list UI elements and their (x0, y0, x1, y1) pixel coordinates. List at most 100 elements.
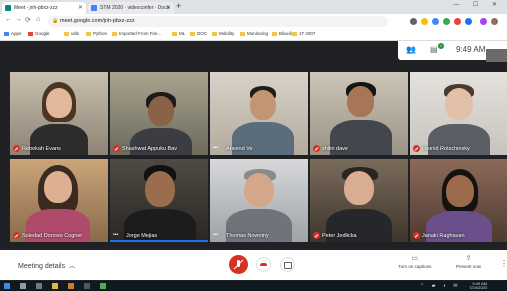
mic-off-icon (13, 145, 20, 152)
bookmarks-bar: Apps Google utils Python Imported From F… (0, 29, 507, 41)
system-tray[interactable]: ⌃ ▰ ◖ ✉ (420, 283, 460, 289)
bookmark-folder[interactable]: DOC (190, 31, 207, 36)
participant-name: Jorge Mejias (126, 233, 158, 239)
participant-tile[interactable]: ••• Aravind Ve (210, 72, 308, 155)
app-icon[interactable] (68, 283, 74, 289)
extension-icon[interactable] (480, 18, 487, 25)
chat-badge: 1 (438, 43, 444, 49)
folder-icon (240, 31, 245, 36)
mic-off-icon (313, 145, 320, 152)
home-icon[interactable]: ⌂ (36, 16, 40, 23)
captions-button[interactable]: ▭ Turn on captions (398, 254, 431, 269)
folder-icon (86, 31, 91, 36)
apps-icon (4, 31, 9, 36)
participant-name: Janaki Raghavan (422, 233, 465, 239)
meet-favicon-icon (5, 5, 11, 11)
captions-icon: ▭ (411, 255, 418, 262)
participant-video (445, 88, 473, 120)
meeting-details-label: Meeting details (18, 263, 66, 270)
tab-docs[interactable]: STM 2020 · videoconfer · Docs ✕ (88, 2, 174, 14)
participant-tile[interactable]: shilin dave (310, 72, 408, 155)
folder-icon (190, 31, 195, 36)
extension-icon[interactable] (454, 18, 461, 25)
back-icon[interactable]: ← (5, 16, 12, 23)
participant-name: Thomas Nowotny (226, 233, 269, 239)
self-view-thumbnail[interactable] (486, 49, 507, 62)
meeting-details-button[interactable]: Meeting details ︿ (18, 261, 75, 270)
task-view-icon[interactable] (36, 283, 42, 289)
participant-name: shilin dave (322, 146, 348, 152)
participant-video (344, 171, 374, 205)
url-text: meet.google.com/jnh-pbxz-zzz (60, 18, 135, 24)
participant-tile[interactable]: Peter Jedlicka (310, 159, 408, 242)
participant-tile[interactable]: Rebekah Evans (10, 72, 108, 155)
participant-tile[interactable]: Leonid Rotschinsky (410, 72, 507, 155)
file-explorer-icon[interactable] (52, 283, 58, 289)
close-icon[interactable]: ✕ (166, 2, 171, 14)
address-bar-row: ← → ⟳ ⌂ 🔒 meet.google.com/jnh-pbxz-zzz (0, 14, 507, 29)
avatar[interactable] (491, 18, 498, 25)
start-icon[interactable] (4, 283, 10, 289)
bookmark-apps[interactable]: Apps (4, 31, 21, 36)
participant-tile[interactable]: ••• Jorge Mejias (110, 159, 208, 242)
people-icon[interactable]: 👥 (406, 45, 416, 54)
chrome-icon[interactable] (100, 283, 106, 289)
leave-call-button[interactable] (256, 257, 271, 272)
app-icon[interactable] (84, 283, 90, 289)
participant-name: Soledad Donoso Cogner (22, 233, 83, 239)
bookmark-folder[interactable]: Mobility (212, 31, 234, 36)
tab-meet[interactable]: Meet - jnh-pbxz-zzz ✕ (2, 2, 86, 14)
mic-off-icon (413, 145, 420, 152)
more-options-icon[interactable]: ⋮ (500, 259, 507, 268)
participant-tile[interactable]: ••• Thomas Nowotny (210, 159, 308, 242)
extension-icon[interactable] (465, 18, 472, 25)
bookmark-folder[interactable]: Monitoring (240, 31, 268, 36)
bookmark-folder[interactable]: Biloxili (272, 31, 292, 36)
bookmark-folder[interactable]: Python (86, 31, 107, 36)
meet-controls-bar: Meeting details ︿ ▭ Turn on captions ⇪ Pr… (0, 250, 507, 280)
browser-tab-strip: Meet - jnh-pbxz-zzz ✕ STM 2020 · videoco… (0, 0, 507, 14)
star-icon[interactable] (421, 18, 428, 25)
camera-toggle-button[interactable] (280, 257, 295, 272)
bookmark-folder[interactable]: utils (64, 31, 79, 36)
audio-level-icon: ••• (113, 232, 119, 238)
active-speaker-indicator (110, 240, 208, 242)
video-grid: Rebekah Evans Shashwat Appuku Bav ••• Ar… (10, 72, 507, 242)
present-now-button[interactable]: ⇪ Present now (456, 254, 481, 269)
participant-name: Aravind Ve (226, 146, 253, 152)
new-tab-button[interactable]: + (176, 1, 181, 11)
folder-icon (64, 31, 69, 36)
extension-icon[interactable] (432, 18, 439, 25)
participant-name: Peter Jedlicka (322, 233, 357, 239)
extension-icon[interactable] (443, 18, 450, 25)
chat-icon[interactable]: ▤ (430, 45, 438, 54)
present-label: Present now (456, 264, 482, 269)
participant-tile[interactable]: Shashwat Appuku Bav (110, 72, 208, 155)
bookmark-folder[interactable]: ML (172, 31, 185, 36)
close-icon[interactable]: ✕ (78, 2, 83, 14)
chevron-up-icon: ︿ (69, 264, 76, 270)
participant-tile[interactable]: Soledad Donoso Cogner (10, 159, 108, 242)
forward-icon[interactable]: → (15, 16, 22, 23)
bookmark-google[interactable]: Google (28, 31, 50, 36)
taskbar-clock[interactable]: 9:49 AM 7/24/2020 (469, 282, 487, 290)
docs-favicon-icon (91, 5, 97, 11)
participant-video (145, 171, 175, 207)
bookmark-folder[interactable]: Imported From Fire... (112, 31, 161, 36)
participant-name: Shashwat Appuku Bav (122, 146, 178, 152)
participant-name: Leonid Rotschinsky (422, 146, 470, 152)
participant-video (44, 171, 72, 203)
bookmark-folder[interactable]: 1T 2007 (292, 31, 315, 36)
participant-video (148, 96, 174, 126)
reload-icon[interactable]: ⟳ (25, 16, 31, 24)
meet-top-area: 👥 ▤ 1 9:49 AM (0, 41, 507, 70)
search-icon[interactable] (20, 283, 26, 289)
url-field[interactable]: 🔒 meet.google.com/jnh-pbxz-zzz (48, 16, 388, 27)
participant-tile[interactable]: Janaki Raghavan (410, 159, 507, 242)
windows-taskbar: ⌃ ▰ ◖ ✉ 9:49 AM 7/24/2020 (0, 281, 507, 291)
folder-icon (212, 31, 217, 36)
mic-toggle-button[interactable] (229, 255, 248, 274)
window-controls[interactable]: — ☐ ✕ (453, 1, 503, 8)
extension-icon[interactable] (410, 18, 417, 25)
folder-icon (292, 31, 297, 36)
